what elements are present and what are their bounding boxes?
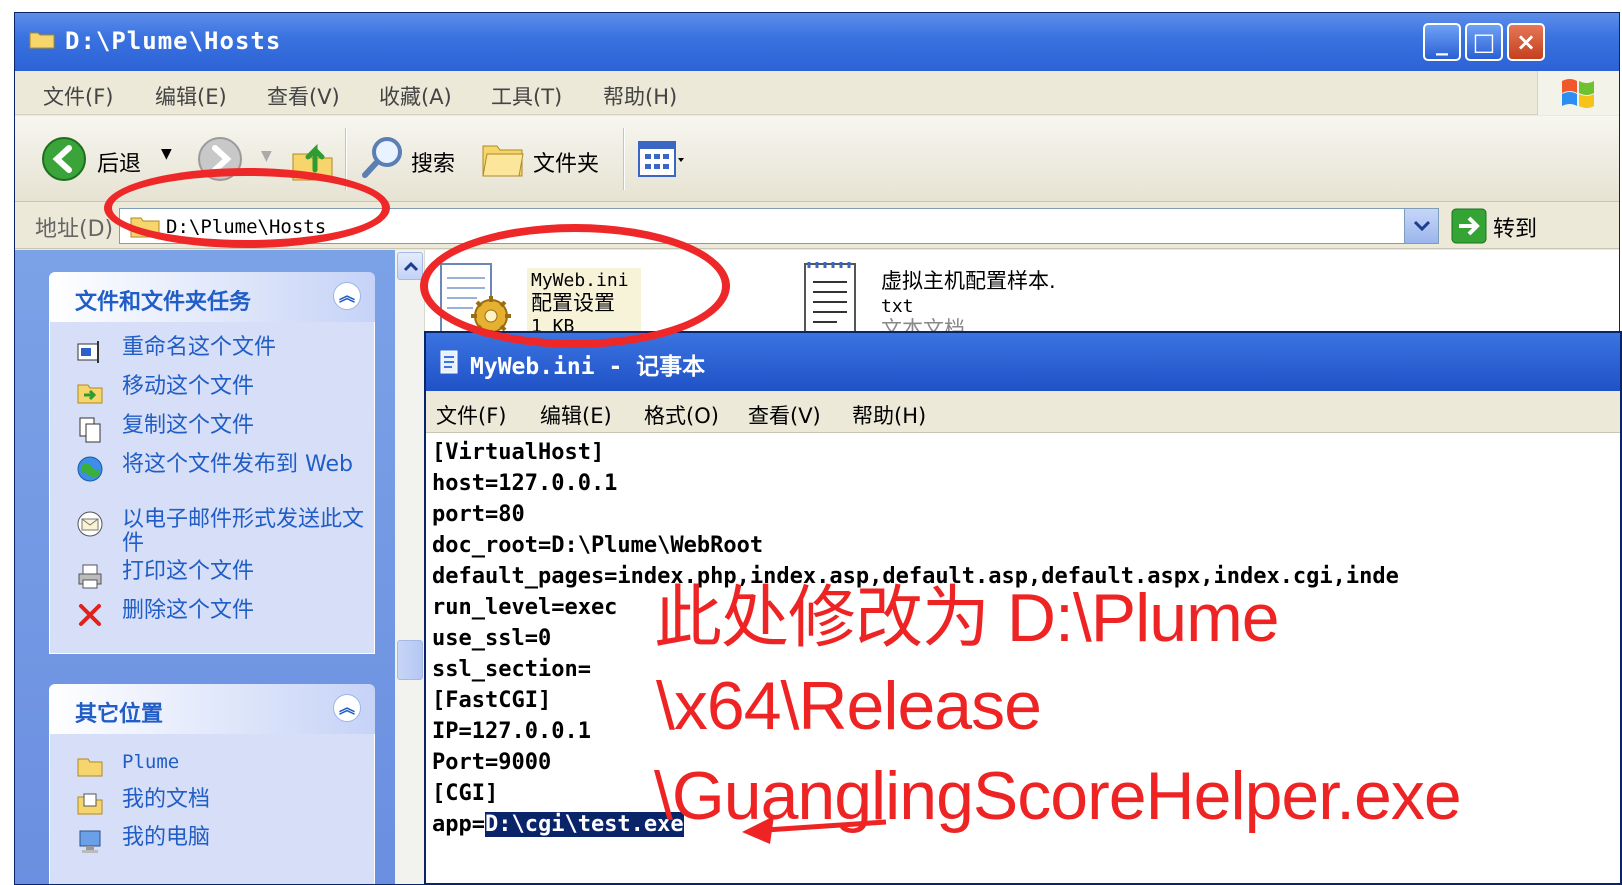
file-tasks-header[interactable]: 文件和文件夹任务 ︽ — [49, 272, 375, 322]
chevron-up-icon — [403, 261, 419, 272]
menu-help[interactable]: 帮助(H) — [603, 81, 677, 111]
menu-file[interactable]: 文件(F) — [43, 81, 113, 111]
annotation-line-1: 此处修改为 D:\Plume — [654, 580, 1280, 656]
window-title: D:\Plume\Hosts — [65, 27, 282, 55]
printer-icon — [78, 564, 102, 589]
forward-dropdown-icon[interactable]: ▼ — [261, 148, 272, 164]
back-arrow-icon[interactable] — [41, 136, 87, 182]
title-bar[interactable]: D:\Plume\Hosts _ □ × — [15, 13, 1619, 71]
rename-icon — [77, 341, 99, 363]
file-tasks-panel: 重命名这个文件 移动这个文件 复制这个文件 将这个文件发布到 Web 以电子邮件… — [49, 322, 375, 654]
task-pane: 文件和文件夹任务 ︽ 重命名这个文件 移动这个文件 复制这个文件 将这个文件发布… — [15, 250, 395, 884]
text-file-icon — [804, 262, 856, 337]
notepad-menu-bar: 文件(F) 编辑(E) 格式(O) 查看(V) 帮助(H) — [426, 391, 1620, 433]
collapse-icon[interactable]: ︽ — [333, 694, 361, 722]
other-places-header[interactable]: 其它位置 ︽ — [49, 684, 375, 734]
go-button[interactable]: 转到 — [1493, 211, 1537, 243]
menu-bar: 文件(F) 编辑(E) 查看(V) 收藏(A) 工具(T) 帮助(H) — [15, 71, 1619, 115]
np-menu-file[interactable]: 文件(F) — [436, 400, 506, 430]
annotation-arrow — [742, 816, 887, 844]
text-line: host=127.0.0.1 — [432, 471, 618, 496]
back-button[interactable]: 后退 — [97, 146, 141, 178]
np-menu-view[interactable]: 查看(V) — [748, 400, 821, 430]
np-menu-format[interactable]: 格式(O) — [644, 400, 719, 430]
computer-icon — [79, 830, 101, 853]
my-documents-icon — [77, 793, 103, 815]
address-dropdown-button[interactable] — [1404, 209, 1438, 243]
text-line: doc_root=D:\Plume\WebRoot — [432, 533, 764, 558]
highlight-circle-file — [420, 224, 730, 348]
scroll-thumb[interactable] — [397, 640, 423, 680]
move-icon — [77, 384, 103, 404]
other-places-title: 其它位置 — [75, 702, 164, 727]
maximize-button[interactable]: □ — [1465, 23, 1503, 61]
globe-icon — [77, 456, 103, 482]
minimize-button[interactable]: _ — [1423, 23, 1461, 61]
address-label: 地址(D) — [35, 217, 114, 242]
windows-flag-icon — [1562, 79, 1594, 108]
search-icon[interactable] — [361, 134, 405, 180]
folders-icon[interactable] — [481, 138, 525, 180]
file-ext: txt — [881, 296, 914, 317]
back-dropdown-icon[interactable]: ▼ — [161, 146, 172, 162]
folders-button[interactable]: 文件夹 — [533, 146, 599, 178]
notepad-icon — [440, 350, 458, 374]
scroll-up-button[interactable] — [397, 252, 423, 280]
annotation-line-2: \x64\Release — [656, 668, 1042, 744]
highlight-circle-address — [104, 168, 390, 248]
email-icon — [77, 511, 103, 537]
menu-view[interactable]: 查看(V) — [267, 81, 340, 111]
go-arrow-icon[interactable] — [1451, 208, 1487, 244]
menu-favorites[interactable]: 收藏(A) — [379, 81, 452, 111]
folder-icon — [29, 32, 55, 49]
text-line: [VirtualHost] — [432, 440, 605, 465]
menu-tools[interactable]: 工具(T) — [491, 81, 562, 111]
file-name: 虚拟主机配置样本. — [881, 269, 1056, 293]
search-button[interactable]: 搜索 — [411, 146, 455, 178]
np-menu-edit[interactable]: 编辑(E) — [540, 400, 612, 430]
toolbar-separator — [623, 128, 625, 190]
app-key: app= — [432, 812, 485, 837]
chevron-down-icon — [1413, 220, 1431, 232]
notepad-title: MyWeb.ini - 记事本 — [470, 354, 706, 380]
file-tasks-title: 文件和文件夹任务 — [75, 290, 252, 315]
other-places-panel: Plume 我的文档 我的电脑 — [49, 734, 375, 884]
menu-edit[interactable]: 编辑(E) — [155, 81, 227, 111]
windows-logo — [1537, 71, 1619, 115]
delete-x-icon — [79, 604, 101, 626]
collapse-icon[interactable]: ︽ — [333, 282, 361, 310]
text-line: port=80 — [432, 502, 525, 527]
copy-icon — [79, 417, 101, 443]
views-icon[interactable] — [637, 140, 685, 180]
np-menu-help[interactable]: 帮助(H) — [852, 400, 926, 430]
vertical-scrollbar[interactable] — [395, 250, 425, 884]
close-button[interactable]: × — [1507, 23, 1545, 61]
folder-icon — [77, 758, 103, 777]
